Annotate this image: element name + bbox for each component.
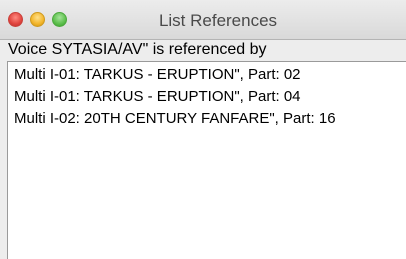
references-list[interactable]: Multi I-01: TARKUS - ERUPTION", Part: 02… bbox=[7, 61, 406, 259]
list-item[interactable]: Multi I-01: TARKUS - ERUPTION", Part: 02 bbox=[8, 64, 406, 86]
list-references-window: List References Voice SYTASIA/AV" is ref… bbox=[0, 0, 406, 259]
list-item[interactable]: Multi I-02: 20TH CENTURY FANFARE", Part:… bbox=[8, 108, 406, 130]
list-item[interactable]: Multi I-01: TARKUS - ERUPTION", Part: 04 bbox=[8, 86, 406, 108]
title-bar[interactable]: List References bbox=[0, 0, 406, 40]
referenced-by-label: Voice SYTASIA/AV" is referenced by bbox=[8, 41, 267, 58]
window-title: List References bbox=[158, 11, 278, 30]
